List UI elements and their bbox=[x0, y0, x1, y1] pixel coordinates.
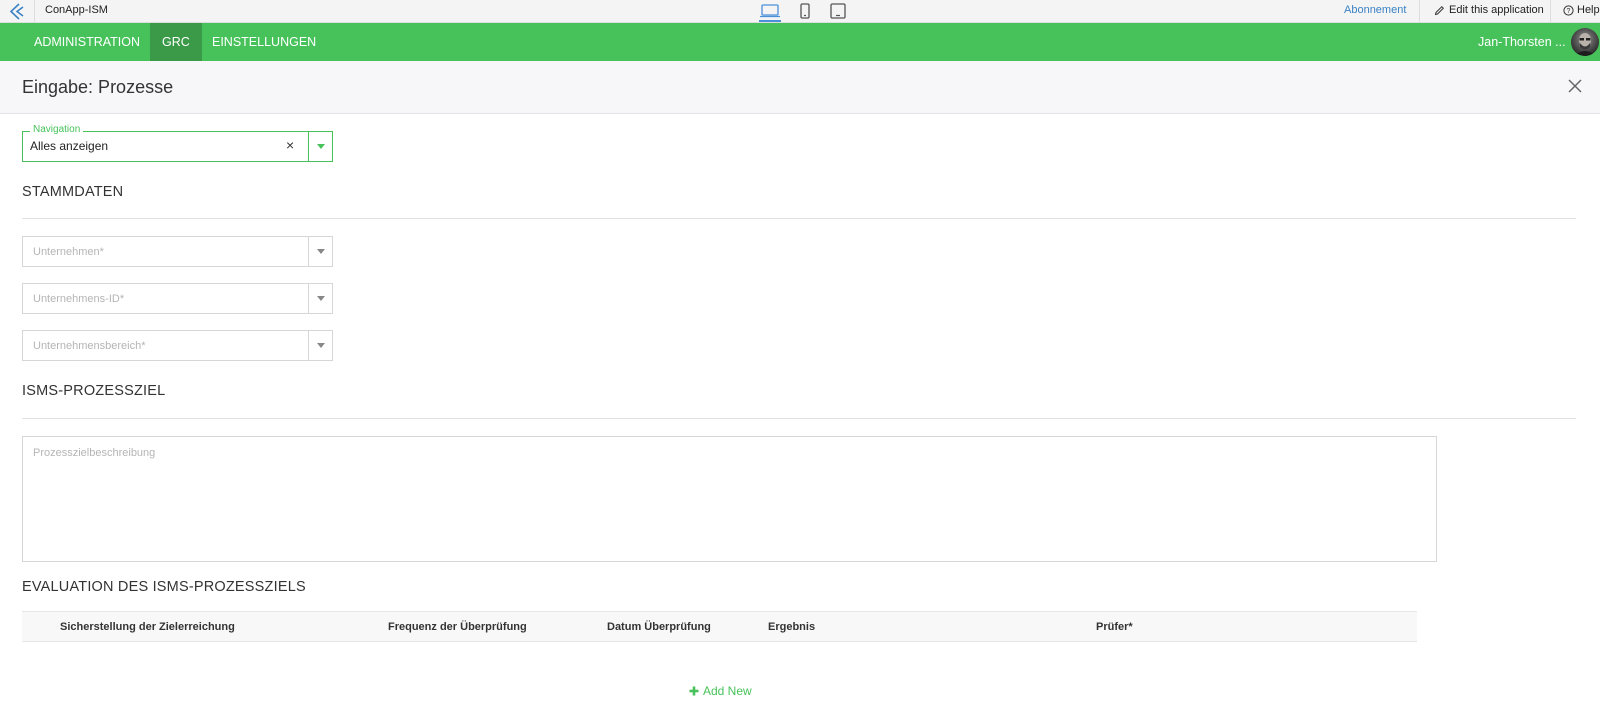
phone-view-icon[interactable] bbox=[794, 2, 816, 20]
pencil-icon bbox=[1434, 5, 1445, 15]
evaluation-table-header: Sicherstellung der Zielerreichung Freque… bbox=[22, 611, 1417, 642]
section-divider bbox=[22, 218, 1576, 219]
column-header-ergebnis[interactable]: Ergebnis bbox=[768, 621, 815, 633]
edit-application-button[interactable]: Edit this application bbox=[1434, 4, 1544, 16]
clear-selection-icon[interactable]: × bbox=[286, 137, 294, 153]
user-avatar-icon bbox=[1574, 33, 1596, 56]
user-name[interactable]: Jan-Thorsten ... bbox=[1478, 23, 1566, 61]
nav-item-administration[interactable]: ADMINISTRATION bbox=[22, 23, 152, 61]
prozesszielbeschreibung-textarea[interactable]: Prozesszielbeschreibung bbox=[22, 436, 1437, 562]
navigation-value: Alles anzeigen bbox=[30, 139, 109, 153]
chevron-down-icon[interactable] bbox=[317, 144, 325, 149]
help-label: Help bbox=[1577, 4, 1600, 16]
chevron-down-icon[interactable] bbox=[317, 296, 325, 301]
nav-item-einstellungen[interactable]: EINSTELLUNGEN bbox=[200, 23, 328, 61]
help-circle-icon: ? bbox=[1563, 4, 1574, 16]
desktop-view-icon[interactable] bbox=[759, 2, 781, 22]
unternehmensbereich-placeholder: Unternehmensbereich* bbox=[33, 340, 146, 352]
select-divider bbox=[308, 331, 309, 360]
close-icon[interactable] bbox=[1565, 76, 1585, 96]
chevron-down-icon[interactable] bbox=[317, 249, 325, 254]
select-divider bbox=[308, 237, 309, 266]
topbar-divider bbox=[34, 0, 35, 22]
edit-application-label: Edit this application bbox=[1449, 4, 1544, 16]
main-navbar: ADMINISTRATION GRC EINSTELLUNGEN Jan-Tho… bbox=[0, 23, 1600, 61]
navigation-select[interactable]: Navigation Alles anzeigen × bbox=[22, 124, 333, 162]
column-header-sicherstellung[interactable]: Sicherstellung der Zielerreichung bbox=[60, 621, 235, 633]
unternehmens-id-select[interactable]: Unternehmens-ID* bbox=[22, 283, 333, 314]
app-topbar: ConApp-ISM Abonnement Edit this applicat… bbox=[0, 0, 1600, 23]
page-title: Eingabe: Prozesse bbox=[22, 77, 174, 97]
section-divider bbox=[22, 418, 1576, 419]
select-divider bbox=[308, 284, 309, 313]
app-name: ConApp-ISM bbox=[45, 4, 108, 16]
section-title-prozessziel: ISMS-PROZESSZIEL bbox=[22, 383, 166, 399]
column-header-datum[interactable]: Datum Überprüfung bbox=[607, 621, 711, 633]
section-title-stammdaten: STAMMDATEN bbox=[22, 184, 124, 200]
tablet-view-icon[interactable] bbox=[827, 2, 849, 20]
svg-text:?: ? bbox=[1567, 8, 1571, 15]
plus-icon bbox=[689, 686, 699, 696]
column-header-pruefer[interactable]: Prüfer* bbox=[1096, 621, 1133, 633]
avatar[interactable] bbox=[1571, 28, 1599, 56]
section-title-evaluation: EVALUATION DES ISMS-PROZESSZIELS bbox=[22, 579, 306, 595]
unternehmens-id-placeholder: Unternehmens-ID* bbox=[33, 293, 125, 305]
unternehmen-placeholder: Unternehmen* bbox=[33, 246, 104, 258]
column-header-frequenz[interactable]: Frequenz der Überprüfung bbox=[388, 621, 527, 633]
select-divider bbox=[308, 132, 309, 161]
topbar-divider bbox=[1550, 0, 1551, 22]
unternehmen-select[interactable]: Unternehmen* bbox=[22, 236, 333, 267]
help-button[interactable]: ? Help bbox=[1563, 4, 1600, 16]
unternehmensbereich-select[interactable]: Unternehmensbereich* bbox=[22, 330, 333, 361]
nav-item-grc[interactable]: GRC bbox=[150, 23, 202, 61]
chevron-down-icon[interactable] bbox=[317, 343, 325, 348]
app-logo-icon[interactable] bbox=[6, 2, 28, 21]
topbar-divider bbox=[1419, 0, 1420, 22]
subscription-link[interactable]: Abonnement bbox=[1344, 4, 1406, 16]
add-new-label: Add New bbox=[703, 684, 752, 698]
add-new-button[interactable]: Add New bbox=[689, 684, 752, 698]
page-header: Eingabe: Prozesse bbox=[0, 61, 1600, 114]
prozesszielbeschreibung-placeholder: Prozesszielbeschreibung bbox=[33, 447, 156, 459]
navigation-legend: Navigation bbox=[30, 124, 84, 135]
